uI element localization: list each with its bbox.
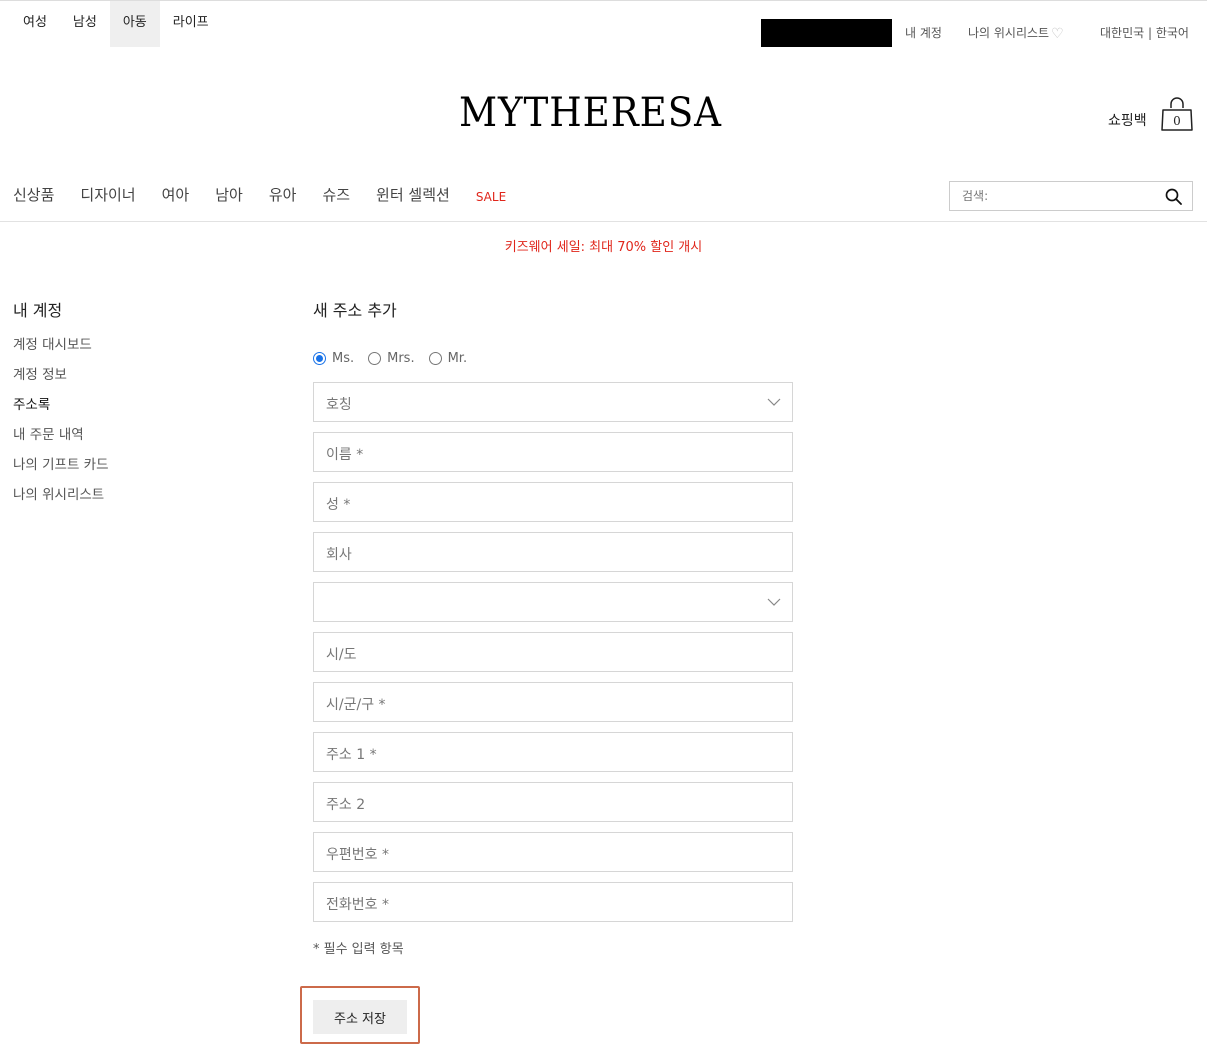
radio-label: Mrs.: [387, 351, 415, 366]
search-input[interactable]: [950, 182, 1150, 210]
nav-divider: [0, 221, 1207, 222]
nav-designers[interactable]: 디자이너: [67, 180, 148, 210]
nav-boys[interactable]: 남아: [202, 180, 256, 210]
sidebar-item-dashboard[interactable]: 계정 대시보드: [13, 333, 109, 363]
company-field[interactable]: 회사: [313, 532, 793, 572]
field-label: 우편번호 *: [326, 847, 389, 863]
field-label: 시/군/구 *: [326, 697, 386, 713]
sidebar-item-address-book[interactable]: 주소록: [13, 393, 109, 423]
radio-button[interactable]: [313, 352, 326, 365]
address-line-1-field[interactable]: 주소 1 *: [313, 732, 793, 772]
last-name-field[interactable]: 성 *: [313, 482, 793, 522]
tab-kids[interactable]: 아동: [109, 1, 160, 47]
nav-shoes[interactable]: 슈즈: [309, 180, 363, 210]
nav-girls[interactable]: 여아: [149, 180, 203, 210]
department-tabs: 여성 남성 아동 라이프: [10, 1, 222, 47]
account-sidebar: 계정 대시보드 계정 정보 주소록 내 주문 내역 나의 기프트 카드 나의 위…: [13, 333, 109, 513]
bag-count: 0: [1173, 114, 1181, 128]
country-select[interactable]: [313, 582, 793, 622]
tab-life[interactable]: 라이프: [160, 1, 222, 47]
sidebar-item-account-info[interactable]: 계정 정보: [13, 363, 109, 393]
search-icon[interactable]: [1165, 188, 1182, 205]
radio-label: Ms.: [332, 351, 355, 366]
radio-ms[interactable]: Ms.: [313, 351, 354, 366]
region-language-link[interactable]: 대한민국 | 한국어: [1100, 24, 1189, 41]
nav-baby[interactable]: 유아: [256, 180, 310, 210]
field-label: 전화번호 *: [326, 897, 389, 913]
field-label: 호칭: [326, 397, 352, 413]
field-label: 주소 2: [326, 797, 366, 813]
field-label: 성 *: [326, 497, 351, 513]
chevron-down-icon: [767, 398, 781, 406]
salutation-radio-group: Ms. Mrs. Mr.: [313, 351, 467, 366]
address-line-2-field[interactable]: 주소 2: [313, 782, 793, 822]
site-logo[interactable]: MYTHERESA: [459, 90, 722, 136]
nav-new-arrivals[interactable]: 신상품: [0, 180, 67, 210]
search-box: [949, 181, 1193, 211]
shopping-bag-label[interactable]: 쇼핑백: [1108, 110, 1147, 130]
nav-winter-selection[interactable]: 윈터 셀렉션: [363, 180, 463, 210]
postal-code-field[interactable]: 우편번호 *: [313, 832, 793, 872]
field-label: 주소 1 *: [326, 747, 377, 763]
radio-label: Mr.: [447, 351, 468, 366]
my-account-link[interactable]: 내 계정: [905, 24, 942, 41]
sidebar-item-orders[interactable]: 내 주문 내역: [13, 423, 109, 453]
tab-men[interactable]: 남성: [60, 1, 110, 47]
city-field[interactable]: 시/군/구 *: [313, 682, 793, 722]
chevron-down-icon: [767, 598, 781, 606]
required-note: * 필수 입력 항목: [313, 942, 404, 957]
radio-mr[interactable]: Mr.: [428, 351, 468, 366]
radio-button[interactable]: [428, 352, 442, 365]
field-label: 회사: [326, 547, 352, 563]
title-select[interactable]: 호칭: [313, 382, 793, 422]
form-title: 새 주소 추가: [313, 301, 397, 320]
heart-icon: ♡: [1051, 26, 1064, 42]
sidebar-title: 내 계정: [13, 301, 63, 320]
main-navigation: 신상품 디자이너 여아 남아 유아 슈즈 윈터 셀렉션 SALE: [0, 180, 519, 210]
sidebar-item-gift-cards[interactable]: 나의 기프트 카드: [13, 453, 109, 483]
radio-mrs[interactable]: Mrs.: [368, 351, 415, 366]
province-field[interactable]: 시/도: [313, 632, 793, 672]
field-label: 시/도: [326, 647, 357, 663]
promo-banner[interactable]: 키즈웨어 세일: 최대 70% 할인 개시: [0, 236, 1207, 255]
radio-button[interactable]: [368, 352, 382, 365]
sidebar-item-wishlist[interactable]: 나의 위시리스트: [13, 483, 109, 513]
phone-field[interactable]: 전화번호 *: [313, 882, 793, 922]
first-name-field[interactable]: 이름 *: [313, 432, 793, 472]
tab-women[interactable]: 여성: [10, 1, 60, 47]
redacted-box: [761, 19, 892, 47]
wishlist-link[interactable]: 나의 위시리스트 ♡: [968, 24, 1064, 42]
field-label: 이름 *: [326, 447, 364, 463]
nav-sale[interactable]: SALE: [463, 180, 519, 210]
wishlist-link-label: 나의 위시리스트: [968, 26, 1050, 40]
save-address-button[interactable]: 주소 저장: [313, 1000, 407, 1034]
